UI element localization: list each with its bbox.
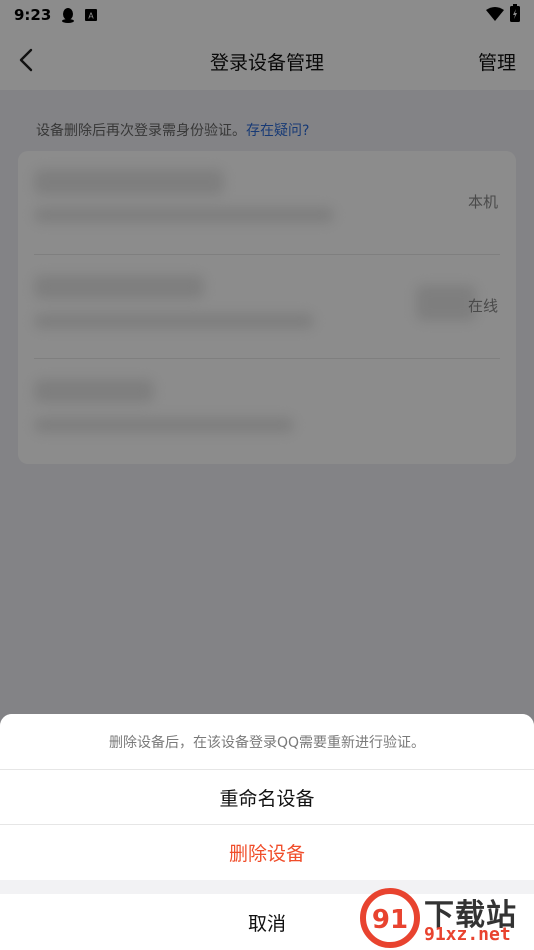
- site-watermark: 91 下载站 91xz.net: [360, 888, 530, 948]
- sheet-message: 删除设备后，在该设备登录QQ需要重新进行验证。: [0, 714, 534, 770]
- delete-device-button[interactable]: 删除设备: [0, 825, 534, 880]
- watermark-logo-icon: 91: [360, 888, 420, 948]
- svg-text:91: 91: [372, 905, 408, 935]
- rename-device-button[interactable]: 重命名设备: [0, 770, 534, 825]
- watermark-site: 91xz.net: [424, 924, 511, 945]
